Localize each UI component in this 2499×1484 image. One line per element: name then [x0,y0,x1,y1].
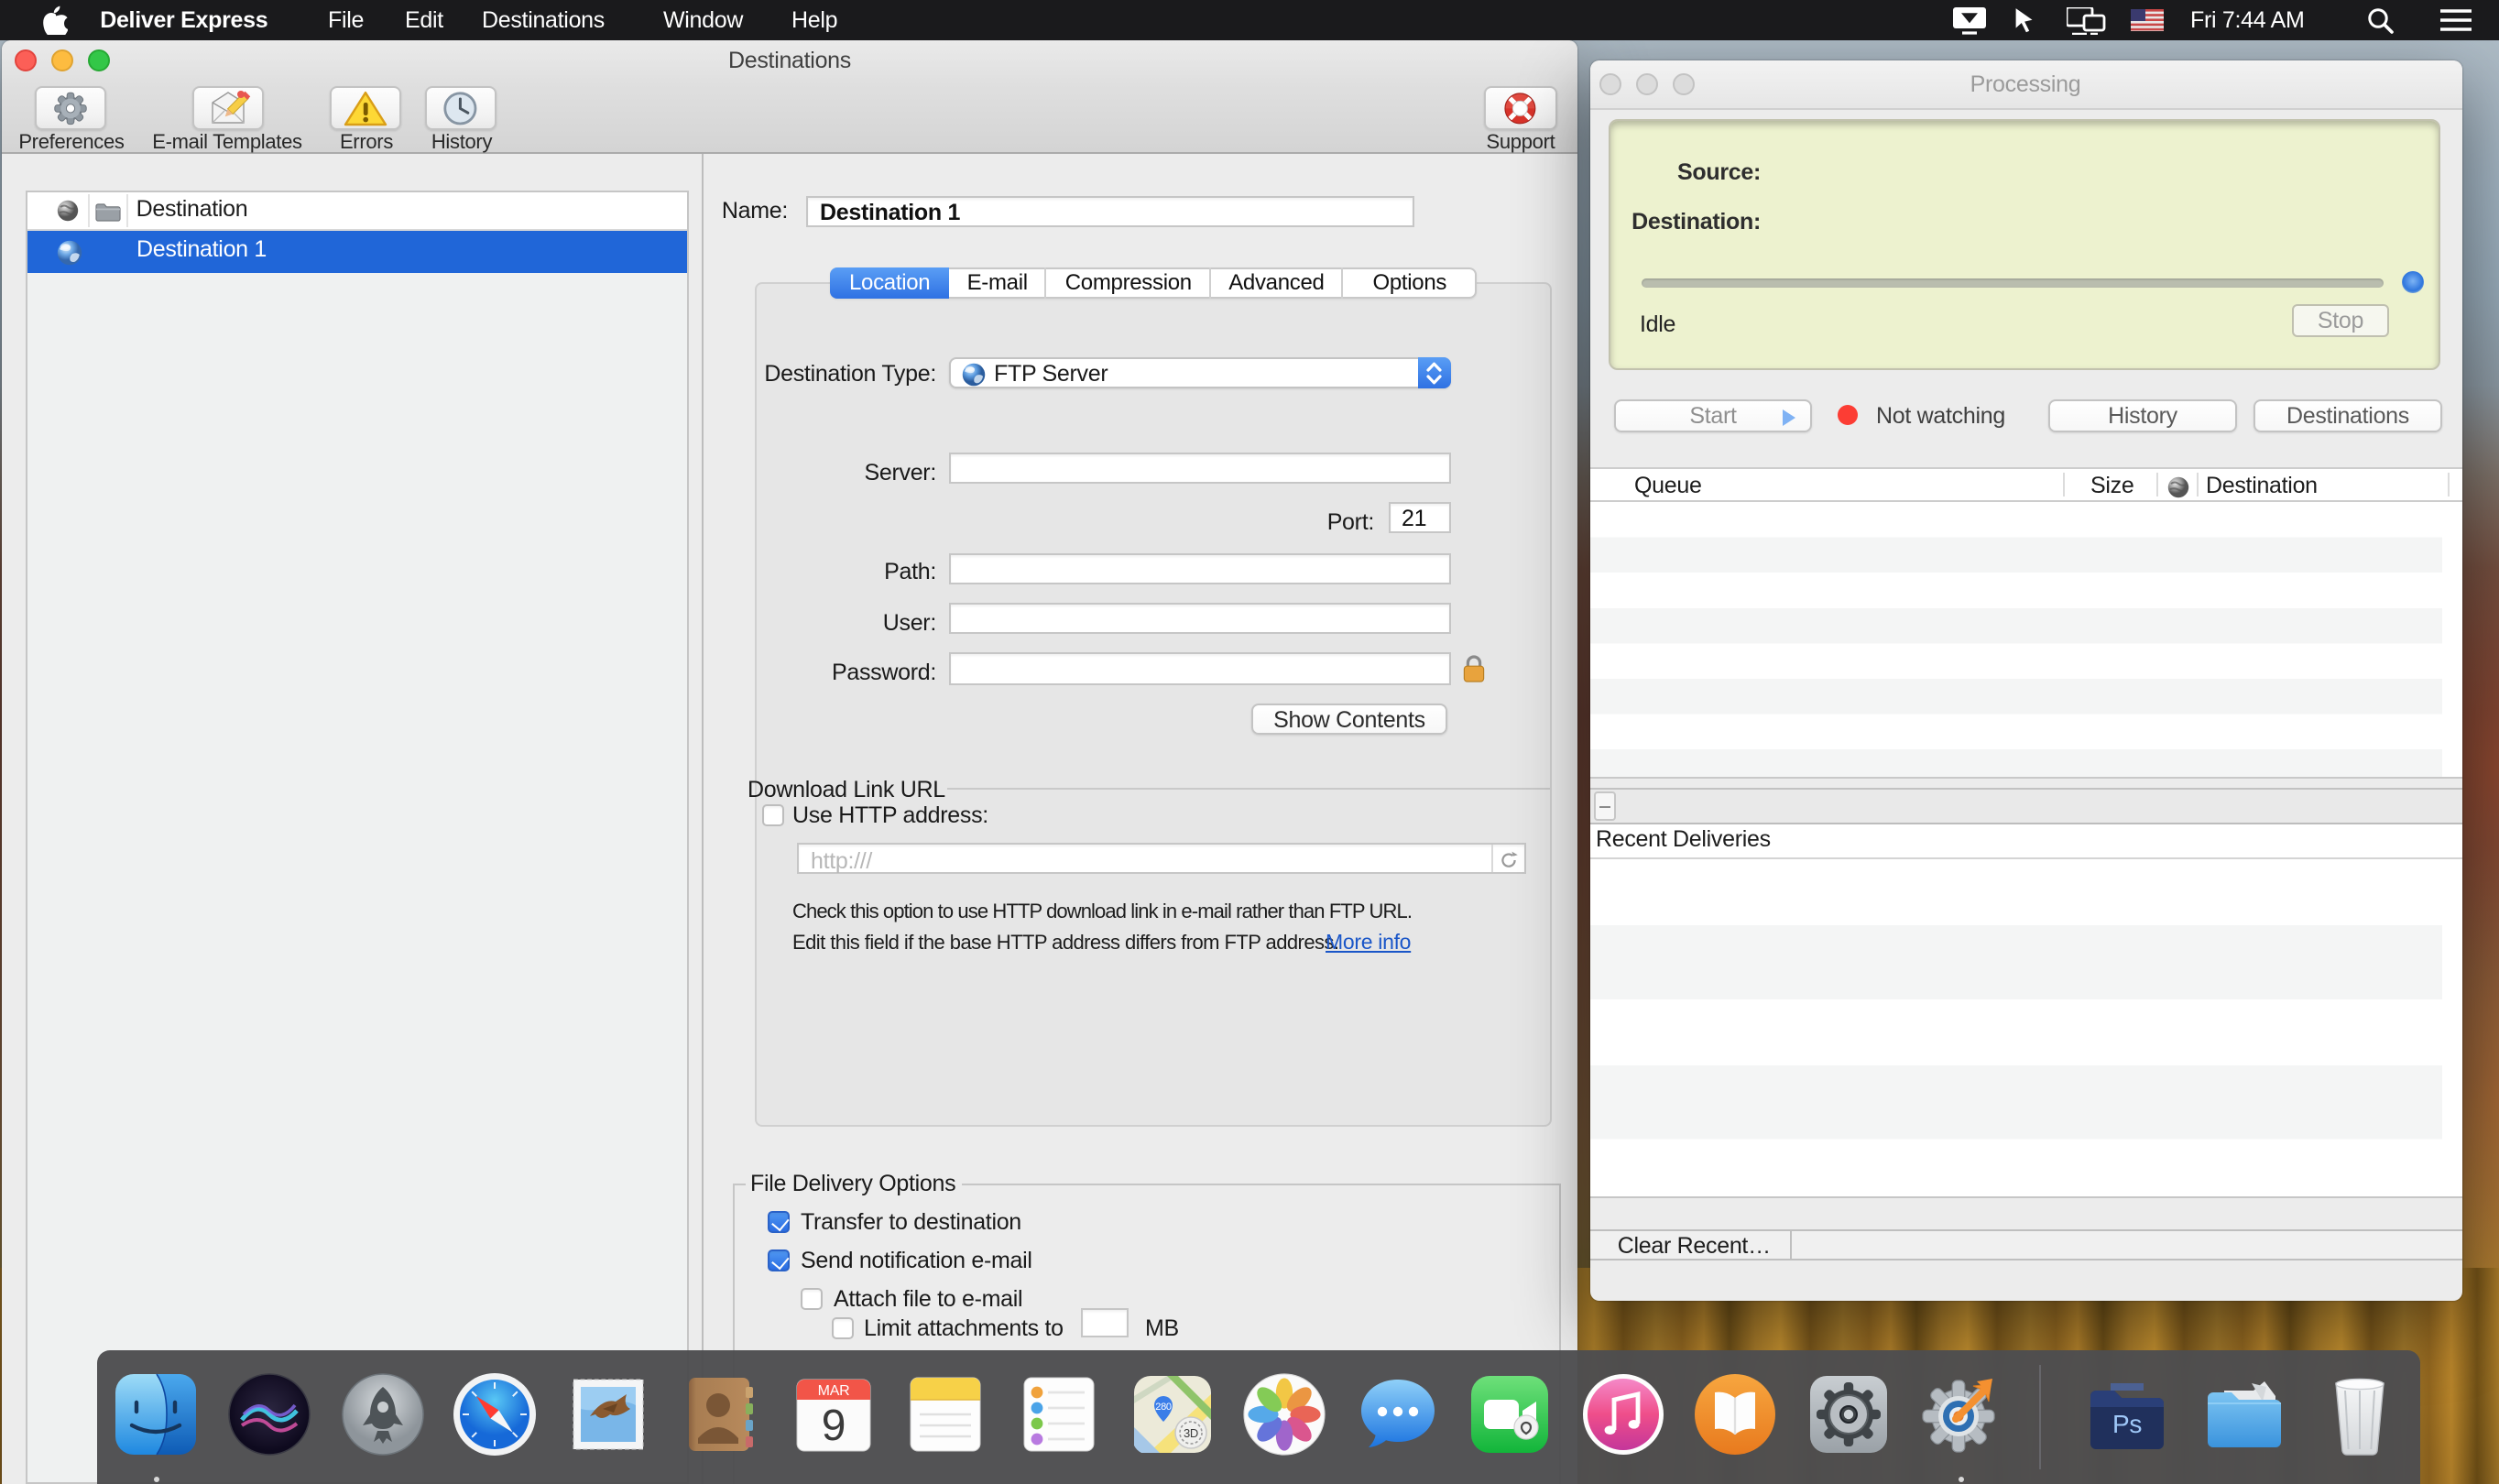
svg-text:Ps: Ps [2113,1409,2143,1437]
svg-text:3D: 3D [1183,1425,1197,1439]
svg-text:MAR: MAR [817,1382,849,1398]
svg-text:280: 280 [1154,1401,1171,1412]
svg-text:9: 9 [822,1401,846,1449]
